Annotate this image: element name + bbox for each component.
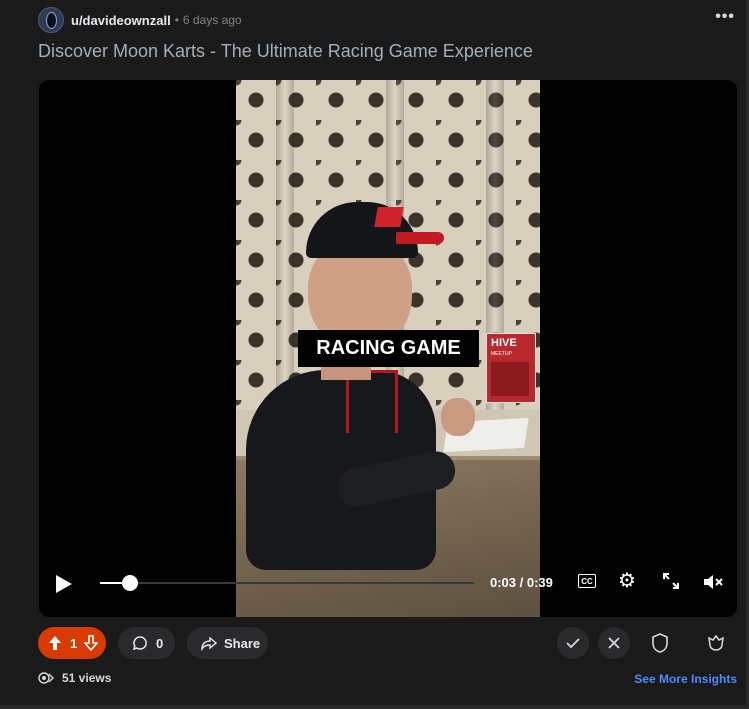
shield-icon (652, 633, 668, 653)
remove-button[interactable] (598, 627, 630, 659)
closed-captions-icon[interactable]: CC (578, 574, 596, 588)
vote-count: 1 (70, 635, 78, 651)
more-options-icon[interactable]: ••• (715, 8, 735, 26)
comments-button[interactable]: 0 (118, 627, 175, 659)
gear-icon[interactable]: ⚙ (618, 571, 636, 591)
cap-brim (396, 232, 444, 244)
bottom-border (0, 705, 749, 709)
video-controls: 0:03 / 0:39 CC ⚙ (39, 569, 737, 617)
time-display: 0:03 / 0:39 (490, 575, 553, 590)
fullscreen-icon[interactable] (662, 572, 680, 590)
separator-dot: • (174, 13, 179, 27)
curtain-fold (276, 80, 294, 410)
post-header: u/davideownzall • 6 days ago (38, 7, 242, 33)
poster-title: HIVE (491, 337, 517, 349)
avatar[interactable] (38, 7, 64, 33)
mod-actions-icon (708, 634, 724, 651)
views-stat: 51 views (38, 671, 111, 685)
username-link[interactable]: u/davideownzall (71, 13, 171, 28)
poster-art (491, 362, 529, 396)
approve-button[interactable] (557, 627, 589, 659)
upvote-arrow-icon[interactable] (48, 635, 62, 651)
person-hand (441, 398, 475, 436)
seek-handle[interactable] (121, 575, 138, 591)
checkmark-icon (566, 638, 580, 649)
comment-count: 0 (156, 635, 164, 651)
mod-actions-button[interactable] (704, 631, 728, 655)
hive-poster: HIVE MEETUP (486, 333, 536, 403)
video-player[interactable]: HIVE MEETUP RACING GAME 0:03 / 0:39 CC ⚙ (39, 80, 737, 617)
volume-muted-icon[interactable] (702, 573, 724, 591)
mod-shield-button[interactable] (648, 631, 672, 655)
seek-bar[interactable] (100, 582, 474, 584)
vote-control: 1 (38, 627, 106, 659)
see-more-insights-link[interactable]: See More Insights (634, 672, 737, 686)
poster-subtitle: MEETUP (491, 351, 512, 357)
video-caption: RACING GAME (298, 330, 479, 367)
cap-logo (374, 207, 404, 227)
views-count: 51 views (62, 671, 112, 685)
post-card: u/davideownzall • 6 days ago ••• Discove… (22, 0, 749, 705)
play-icon[interactable] (56, 575, 72, 593)
share-arrow-icon (201, 636, 217, 651)
close-icon (608, 637, 620, 649)
post-timestamp: 6 days ago (182, 13, 242, 27)
share-label: Share (224, 635, 261, 651)
comment-bubble-icon (132, 636, 147, 651)
views-icon (38, 672, 54, 684)
share-button[interactable]: Share (187, 627, 268, 659)
post-title[interactable]: Discover Moon Karts - The Ultimate Racin… (38, 41, 533, 62)
downvote-arrow-icon[interactable] (83, 635, 99, 652)
